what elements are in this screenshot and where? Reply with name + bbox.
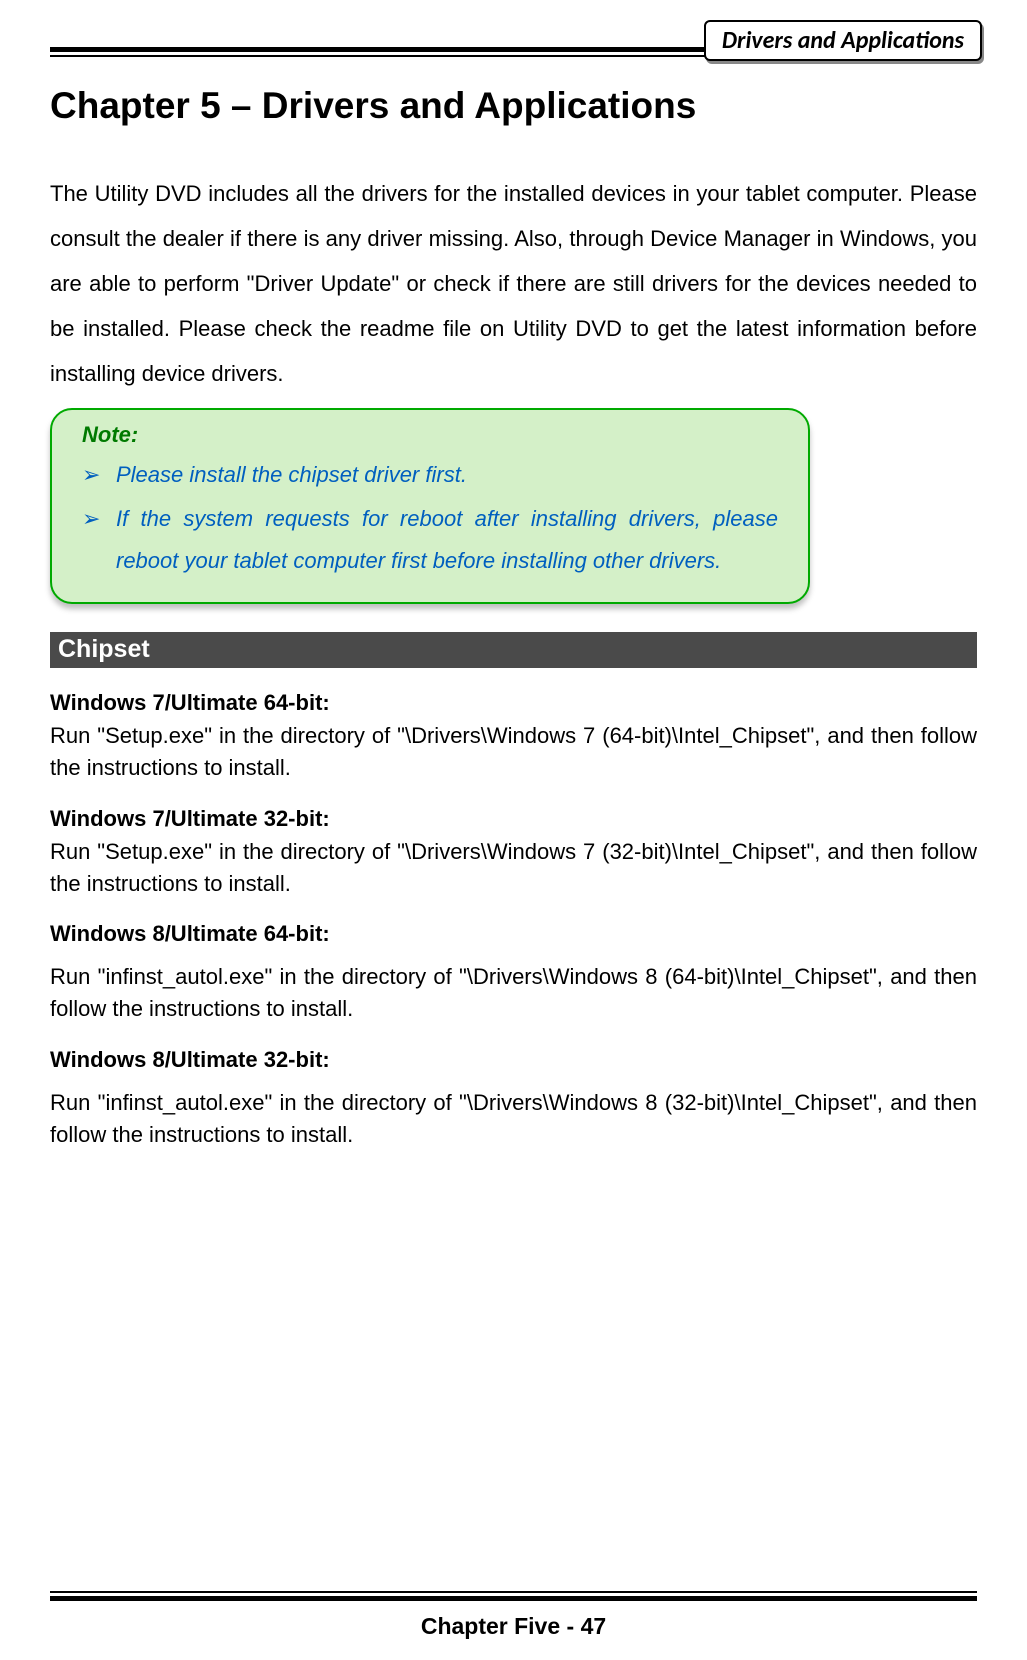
bullet-icon: ➢ — [82, 454, 116, 496]
note-item: ➢ If the system requests for reboot afte… — [82, 498, 778, 582]
note-box: Note: ➢ Please install the chipset drive… — [50, 408, 810, 603]
os-text: Run "Setup.exe" in the directory of "\Dr… — [50, 720, 977, 784]
os-block: Windows 8/Ultimate 64-bit: Run "infinst_… — [50, 921, 977, 1025]
note-list: ➢ Please install the chipset driver firs… — [82, 454, 778, 581]
note-item-text: If the system requests for reboot after … — [116, 498, 778, 582]
note-title: Note: — [82, 422, 778, 448]
os-text: Run "infinst_autol.exe" in the directory… — [50, 961, 977, 1025]
os-text: Run "infinst_autol.exe" in the directory… — [50, 1087, 977, 1151]
os-heading: Windows 7/Ultimate 64-bit: — [50, 690, 977, 716]
bottom-rule — [50, 1591, 977, 1601]
os-heading: Windows 7/Ultimate 32-bit: — [50, 806, 977, 832]
intro-paragraph: The Utility DVD includes all the drivers… — [50, 171, 977, 396]
section-heading-chipset: Chipset — [50, 632, 977, 668]
footer-text: Chapter Five - 47 — [50, 1613, 977, 1640]
header-row: Drivers and Applications — [50, 20, 977, 61]
footer: Chapter Five - 47 — [50, 1591, 977, 1660]
bullet-icon: ➢ — [82, 498, 116, 582]
chapter-title: Chapter 5 – Drivers and Applications — [50, 85, 977, 127]
os-heading: Windows 8/Ultimate 64-bit: — [50, 921, 977, 947]
note-item-text: Please install the chipset driver first. — [116, 454, 778, 496]
spacer — [50, 1173, 977, 1591]
os-block: Windows 8/Ultimate 32-bit: Run "infinst_… — [50, 1047, 977, 1151]
header-badge: Drivers and Applications — [704, 20, 982, 61]
os-block: Windows 7/Ultimate 64-bit: Run "Setup.ex… — [50, 690, 977, 784]
os-heading: Windows 8/Ultimate 32-bit: — [50, 1047, 977, 1073]
os-block: Windows 7/Ultimate 32-bit: Run "Setup.ex… — [50, 806, 977, 900]
note-item: ➢ Please install the chipset driver firs… — [82, 454, 778, 496]
page: Drivers and Applications Chapter 5 – Dri… — [0, 0, 1027, 1660]
os-text: Run "Setup.exe" in the directory of "\Dr… — [50, 836, 977, 900]
